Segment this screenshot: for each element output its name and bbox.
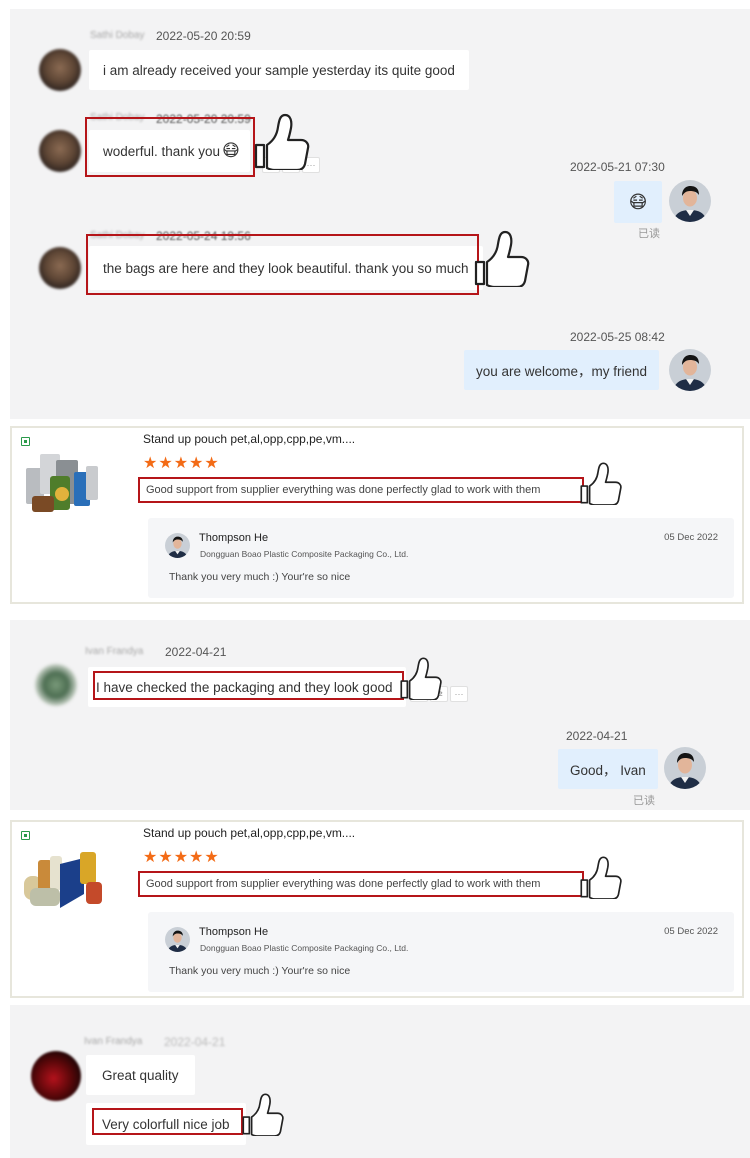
- outgoing-message: you are welcome，my friend: [464, 350, 660, 390]
- message-text: Good， Ivan: [570, 763, 646, 778]
- highlight-box: [85, 117, 255, 177]
- sender-name: Ivan Frandya: [85, 646, 144, 657]
- supplier-reply: Thompson He Dongguan Boao Plastic Compos…: [148, 912, 734, 992]
- supplier-company: Dongguan Boao Plastic Composite Packagin…: [200, 943, 409, 953]
- agent-avatar[interactable]: [669, 180, 711, 222]
- outgoing-message: Good， Ivan: [558, 749, 658, 789]
- emoji-icon: 😷: [628, 191, 648, 212]
- conversation-panel: Ivan Frandya 2022-04-21 I have checked t…: [10, 620, 750, 810]
- product-badge-icon: [21, 437, 30, 446]
- message-time: 2022-04-21: [165, 645, 227, 659]
- highlight-box: [93, 671, 404, 700]
- customer-avatar[interactable]: [39, 49, 81, 91]
- sender-name: Ivan Frandya: [84, 1036, 143, 1047]
- reply-text: Thank you very much :) Your're so nice: [169, 965, 351, 977]
- incoming-message: Great quality: [86, 1055, 195, 1095]
- product-title[interactable]: Stand up pouch pet,al,opp,cpp,pe,vm....: [143, 826, 355, 840]
- thumbs-up-icon: [578, 461, 624, 505]
- message-text: Great quality: [102, 1067, 179, 1083]
- thumbs-up-icon: [474, 229, 530, 287]
- agent-avatar[interactable]: [664, 747, 706, 789]
- sender-name: Sathi Dobay: [90, 30, 145, 41]
- product-badge-icon: [21, 831, 30, 840]
- thumbs-up-icon: [254, 112, 310, 170]
- message-text: you are welcome，my friend: [476, 364, 648, 379]
- supplier-company: Dongguan Boao Plastic Composite Packagin…: [200, 549, 409, 559]
- reply-text: Thank you very much :) Your're so nice: [169, 571, 351, 583]
- rating-stars: ★★★★★: [143, 849, 220, 866]
- agent-avatar[interactable]: [669, 349, 711, 391]
- thumbs-up-icon: [398, 656, 444, 700]
- outgoing-message: 😷: [614, 181, 662, 223]
- message-time: 2022-05-25 08:42: [570, 330, 665, 344]
- product-review-card: Stand up pouch pet,al,opp,cpp,pe,vm.... …: [10, 426, 744, 604]
- customer-avatar[interactable]: [35, 664, 77, 706]
- supplier-avatar: [165, 927, 190, 952]
- product-review-card: Stand up pouch pet,al,opp,cpp,pe,vm.... …: [10, 820, 744, 998]
- conversation-panel: Sathi Dobay 2022-05-20 20:59 i am alread…: [10, 9, 750, 419]
- supplier-name: Thompson He: [199, 926, 269, 938]
- supplier-avatar: [165, 533, 190, 558]
- highlight-box: [138, 477, 584, 503]
- message-time: 2022-05-20 20:59: [156, 29, 251, 43]
- reply-date: 05 Dec 2022: [664, 532, 718, 543]
- customer-avatar[interactable]: [39, 247, 81, 289]
- product-image[interactable]: [20, 446, 106, 518]
- incoming-message: i am already received your sample yester…: [89, 50, 469, 90]
- customer-avatar[interactable]: [39, 130, 81, 172]
- thumbs-up-icon: [240, 1092, 286, 1136]
- highlight-box: [138, 871, 584, 897]
- read-status: 已读: [638, 228, 660, 240]
- highlight-box: [92, 1108, 243, 1135]
- highlight-box: [86, 234, 479, 295]
- message-text: i am already received your sample yester…: [103, 62, 455, 78]
- message-time: 2022-04-21: [566, 729, 628, 743]
- message-time: 2022-04-21: [164, 1035, 226, 1049]
- more-icon[interactable]: ···: [450, 686, 468, 702]
- supplier-reply: Thompson He Dongguan Boao Plastic Compos…: [148, 518, 734, 598]
- product-title[interactable]: Stand up pouch pet,al,opp,cpp,pe,vm....: [143, 432, 355, 446]
- thumbs-up-icon: [578, 855, 624, 899]
- customer-avatar[interactable]: [31, 1051, 81, 1101]
- supplier-name: Thompson He: [199, 532, 269, 544]
- message-time: 2022-05-21 07:30: [570, 160, 665, 174]
- conversation-panel: Ivan Frandya 2022-04-21 Great quality Ve…: [10, 1005, 750, 1158]
- read-status: 已读: [633, 795, 655, 807]
- rating-stars: ★★★★★: [143, 455, 220, 472]
- reply-date: 05 Dec 2022: [664, 926, 718, 937]
- product-image[interactable]: [20, 842, 106, 914]
